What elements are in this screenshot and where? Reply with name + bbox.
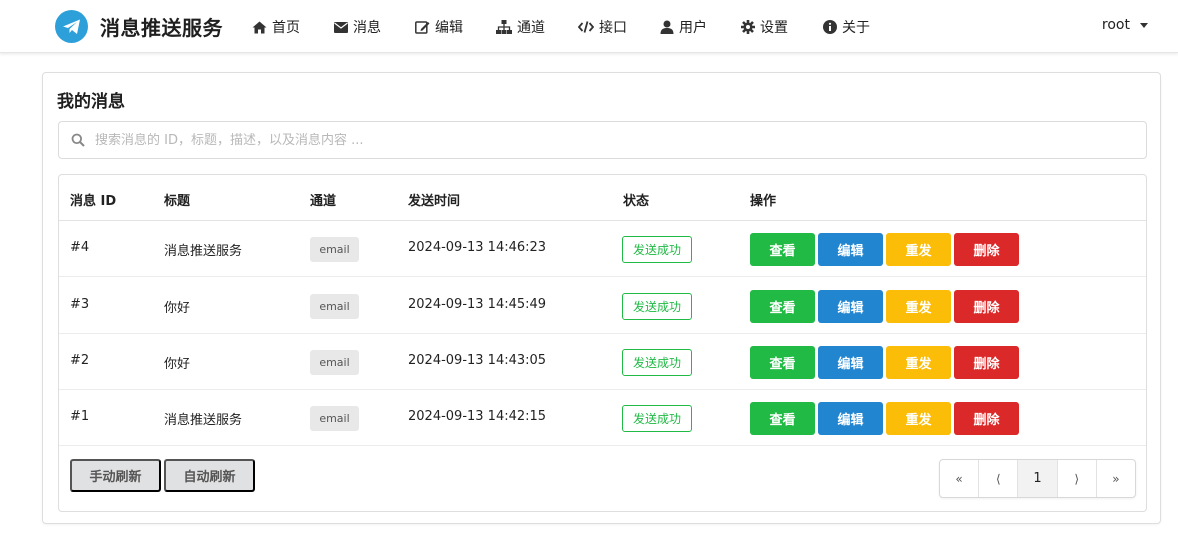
delete-button[interactable]: 删除 xyxy=(954,346,1019,379)
prev-page-button[interactable]: ⟨ xyxy=(979,460,1019,497)
status-badge: 发送成功 xyxy=(622,236,692,263)
message-title: 消息推送服务 xyxy=(164,413,243,428)
search-input[interactable] xyxy=(95,132,1146,148)
code-icon xyxy=(578,21,594,33)
delete-button[interactable]: 删除 xyxy=(954,402,1019,435)
table-footer: 手动刷新 自动刷新 « ⟨ 1 ⟩ » xyxy=(59,447,1146,511)
status-badge: 发送成功 xyxy=(622,293,692,320)
caret-down-icon xyxy=(1140,22,1148,28)
top-navbar: 消息推送服务 首页 消息 编辑 通道 接口 用户 设置 关于 root xyxy=(0,0,1178,53)
message-id: #2 xyxy=(70,353,90,368)
send-time: 2024-09-13 14:45:49 xyxy=(408,297,547,312)
send-time: 2024-09-13 14:43:05 xyxy=(408,353,547,368)
nav-api-label: 接口 xyxy=(599,20,627,36)
resend-button[interactable]: 重发 xyxy=(886,346,951,379)
last-page-button[interactable]: » xyxy=(1097,460,1135,497)
nav-messages-label: 消息 xyxy=(353,20,381,36)
header-id[interactable]: 消息 ID xyxy=(70,190,116,209)
table-header: 消息 ID 标题 通道 发送时间 状态 操作 xyxy=(59,175,1146,221)
username: root xyxy=(1101,17,1130,33)
status-badge: 发送成功 xyxy=(622,349,692,376)
nav-users-label: 用户 xyxy=(679,20,707,36)
search-icon xyxy=(71,133,85,147)
current-page[interactable]: 1 xyxy=(1018,460,1058,497)
status-badge: 发送成功 xyxy=(622,405,692,432)
resend-button[interactable]: 重发 xyxy=(886,233,951,266)
search-box[interactable] xyxy=(58,121,1147,159)
header-channel[interactable]: 通道 xyxy=(310,190,336,209)
header-actions: 操作 xyxy=(750,194,777,209)
next-page-button[interactable]: ⟩ xyxy=(1058,460,1097,497)
user-icon xyxy=(660,20,674,34)
info-icon xyxy=(823,20,837,34)
message-id: #1 xyxy=(70,409,90,424)
nav-home-label: 首页 xyxy=(272,20,300,36)
nav-about-label: 关于 xyxy=(842,20,870,36)
view-button[interactable]: 查看 xyxy=(750,346,815,379)
pagination: « ⟨ 1 ⟩ » xyxy=(939,459,1136,498)
header-title[interactable]: 标题 xyxy=(164,190,190,209)
message-title: 你好 xyxy=(164,301,191,316)
nav-edit[interactable]: 编辑 xyxy=(415,17,463,37)
table-row: #2 你好 email 2024-09-13 14:43:05 发送成功 查看 … xyxy=(59,334,1146,390)
nav-settings[interactable]: 设置 xyxy=(741,17,788,37)
nav-users[interactable]: 用户 xyxy=(660,17,707,37)
delete-button[interactable]: 删除 xyxy=(954,290,1019,323)
nav-home[interactable]: 首页 xyxy=(252,17,300,37)
message-title: 你好 xyxy=(164,357,191,372)
gear-icon xyxy=(741,20,755,34)
edit-button[interactable]: 编辑 xyxy=(818,402,883,435)
view-button[interactable]: 查看 xyxy=(750,233,815,266)
view-button[interactable]: 查看 xyxy=(750,402,815,435)
first-page-button[interactable]: « xyxy=(940,460,980,497)
edit-button[interactable]: 编辑 xyxy=(818,233,883,266)
message-id: #3 xyxy=(70,297,90,312)
nav-channels-label: 通道 xyxy=(517,20,545,36)
envelope-icon xyxy=(334,21,348,33)
messages-card: 我的消息 消息 ID 标题 通道 发送时间 状态 操作 #4 消息推送服务 em… xyxy=(42,72,1161,524)
page-title: 我的消息 xyxy=(57,92,125,112)
auto-refresh-button[interactable]: 自动刷新 xyxy=(164,459,255,492)
telegram-logo-icon xyxy=(55,10,88,43)
message-title: 消息推送服务 xyxy=(164,244,243,259)
edit-icon xyxy=(415,21,430,34)
manual-refresh-button[interactable]: 手动刷新 xyxy=(70,459,161,492)
table-row: #4 消息推送服务 email 2024-09-13 14:46:23 发送成功… xyxy=(59,221,1146,277)
messages-table: 消息 ID 标题 通道 发送时间 状态 操作 #4 消息推送服务 email 2… xyxy=(58,174,1147,512)
channel-tag: email xyxy=(310,237,359,262)
table-row: #3 你好 email 2024-09-13 14:45:49 发送成功 查看 … xyxy=(59,278,1146,334)
nav-settings-label: 设置 xyxy=(760,20,788,36)
view-button[interactable]: 查看 xyxy=(750,290,815,323)
nav-about[interactable]: 关于 xyxy=(823,17,870,37)
send-time: 2024-09-13 14:46:23 xyxy=(408,240,547,255)
nav-channels[interactable]: 通道 xyxy=(496,17,545,37)
header-time[interactable]: 发送时间 xyxy=(408,190,460,209)
delete-button[interactable]: 删除 xyxy=(954,233,1019,266)
header-status[interactable]: 状态 xyxy=(623,190,649,209)
edit-button[interactable]: 编辑 xyxy=(818,290,883,323)
send-time: 2024-09-13 14:42:15 xyxy=(408,409,547,424)
channel-tag: email xyxy=(310,350,359,375)
table-row: #1 消息推送服务 email 2024-09-13 14:42:15 发送成功… xyxy=(59,390,1146,446)
message-id: #4 xyxy=(70,240,90,255)
sitemap-icon xyxy=(496,20,512,34)
edit-button[interactable]: 编辑 xyxy=(818,346,883,379)
user-menu[interactable]: root xyxy=(1102,17,1148,33)
resend-button[interactable]: 重发 xyxy=(886,290,951,323)
nav-api[interactable]: 接口 xyxy=(578,17,627,37)
nav-messages[interactable]: 消息 xyxy=(334,17,381,37)
app-title: 消息推送服务 xyxy=(100,16,223,40)
resend-button[interactable]: 重发 xyxy=(886,402,951,435)
brand[interactable]: 消息推送服务 xyxy=(55,10,223,43)
channel-tag: email xyxy=(310,294,359,319)
channel-tag: email xyxy=(310,406,359,431)
home-icon xyxy=(252,21,267,33)
nav-edit-label: 编辑 xyxy=(435,20,463,36)
